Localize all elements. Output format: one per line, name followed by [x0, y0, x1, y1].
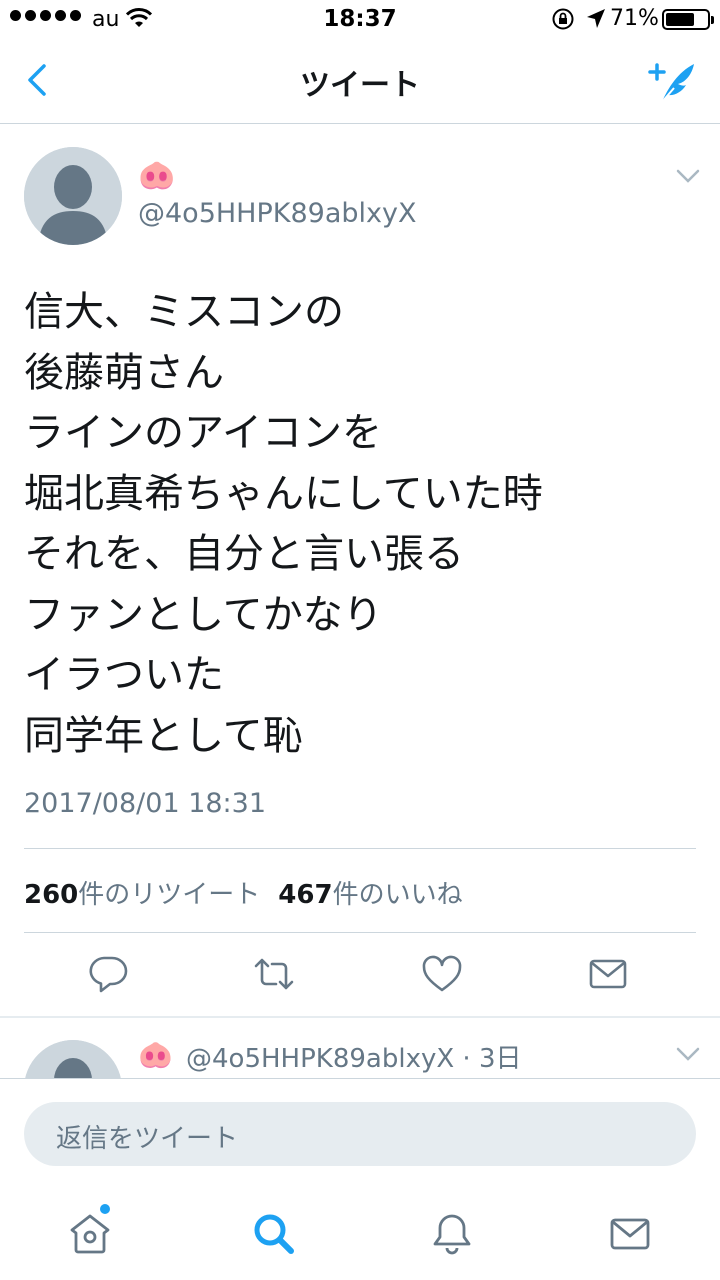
stats-divider-bottom — [24, 932, 696, 933]
tweet-text-line: 堀北真希ちゃんにしていた時 — [24, 470, 543, 517]
tweet-text-line: 信大、ミスコンの — [24, 289, 344, 335]
reply-input-placeholder: 返信をツイート — [56, 1124, 239, 1154]
like-count: 467 — [278, 880, 333, 910]
tweet-text: 信大、ミスコンの 後藤萌さん ラインのアイコンを 堀北真希ちゃんにしていた時 そ… — [24, 282, 704, 766]
status-bar: au 18:37 71% — [0, 0, 720, 40]
tab-search[interactable] — [244, 1204, 304, 1264]
reply-handle: @4o5HHPK89ablxyX — [186, 1044, 455, 1074]
new-content-badge — [100, 1204, 110, 1214]
chevron-down-icon — [676, 169, 700, 183]
battery-icon — [662, 9, 714, 30]
retweets-stat[interactable]: 260件のリツイート — [24, 880, 260, 910]
likes-stat[interactable]: 467件のいいね — [278, 880, 462, 910]
messages-envelope-icon — [610, 1218, 650, 1250]
notifications-bell-icon — [433, 1214, 471, 1255]
like-button[interactable] — [418, 950, 466, 998]
tweet-text-line: ラインのアイコンを — [24, 410, 382, 456]
search-icon — [254, 1214, 294, 1254]
orientation-lock-icon — [551, 7, 575, 37]
retweet-count: 260 — [24, 880, 79, 910]
reply-handle-meta: @4o5HHPK89ablxyX · 3日 — [186, 1038, 522, 1075]
retweet-icon — [254, 958, 294, 990]
tab-messages[interactable] — [600, 1204, 660, 1264]
tweet-options-button[interactable] — [676, 168, 700, 188]
tab-notifications[interactable] — [422, 1204, 482, 1264]
retweet-button[interactable] — [250, 950, 298, 998]
page-title: ツイート — [300, 68, 420, 103]
home-icon — [70, 1214, 110, 1254]
battery-percent: 71% — [610, 6, 659, 31]
tweet-text-line: 同学年として恥 — [24, 712, 303, 759]
display-name[interactable]: 🐽 — [138, 158, 175, 193]
chevron-down-icon — [676, 1047, 700, 1061]
user-handle[interactable]: @4o5HHPK89ablxyX — [138, 198, 416, 229]
reply-options-button[interactable] — [676, 1046, 700, 1066]
location-arrow-icon — [585, 7, 607, 37]
tweet-text-line: 後藤萌さん — [24, 349, 224, 396]
nav-divider — [0, 123, 720, 124]
compose-tweet-button[interactable] — [648, 58, 700, 108]
heart-icon — [422, 955, 462, 992]
retweet-label: 件のリツイート — [78, 880, 261, 910]
avatar[interactable] — [24, 147, 122, 245]
section-divider — [0, 1016, 720, 1018]
reply-time: · 3日 — [462, 1044, 522, 1074]
reply-bubble-icon — [89, 956, 128, 993]
reply-display-name: 🐽 — [138, 1038, 173, 1071]
tweet-stats: 260件のリツイート 467件のいいね — [24, 874, 463, 911]
envelope-icon — [589, 959, 627, 989]
tab-home[interactable] — [60, 1204, 120, 1264]
battery-fill — [666, 13, 694, 26]
reply-button[interactable] — [84, 950, 132, 998]
stats-divider-top — [24, 848, 696, 849]
compose-tweet-icon — [648, 63, 694, 103]
tweet-timestamp: 2017/08/01 18:31 — [24, 788, 267, 819]
tweet-text-line: それを、自分と言い張る — [24, 531, 464, 577]
tweet-text-line: ファンとしてかなり — [24, 591, 383, 638]
direct-message-button[interactable] — [584, 950, 632, 998]
reply-input[interactable]: 返信をツイート — [24, 1102, 696, 1166]
tweet-text-line: イラついた — [24, 652, 224, 698]
like-label: 件のいいね — [332, 880, 463, 910]
default-profile-icon — [24, 147, 122, 245]
